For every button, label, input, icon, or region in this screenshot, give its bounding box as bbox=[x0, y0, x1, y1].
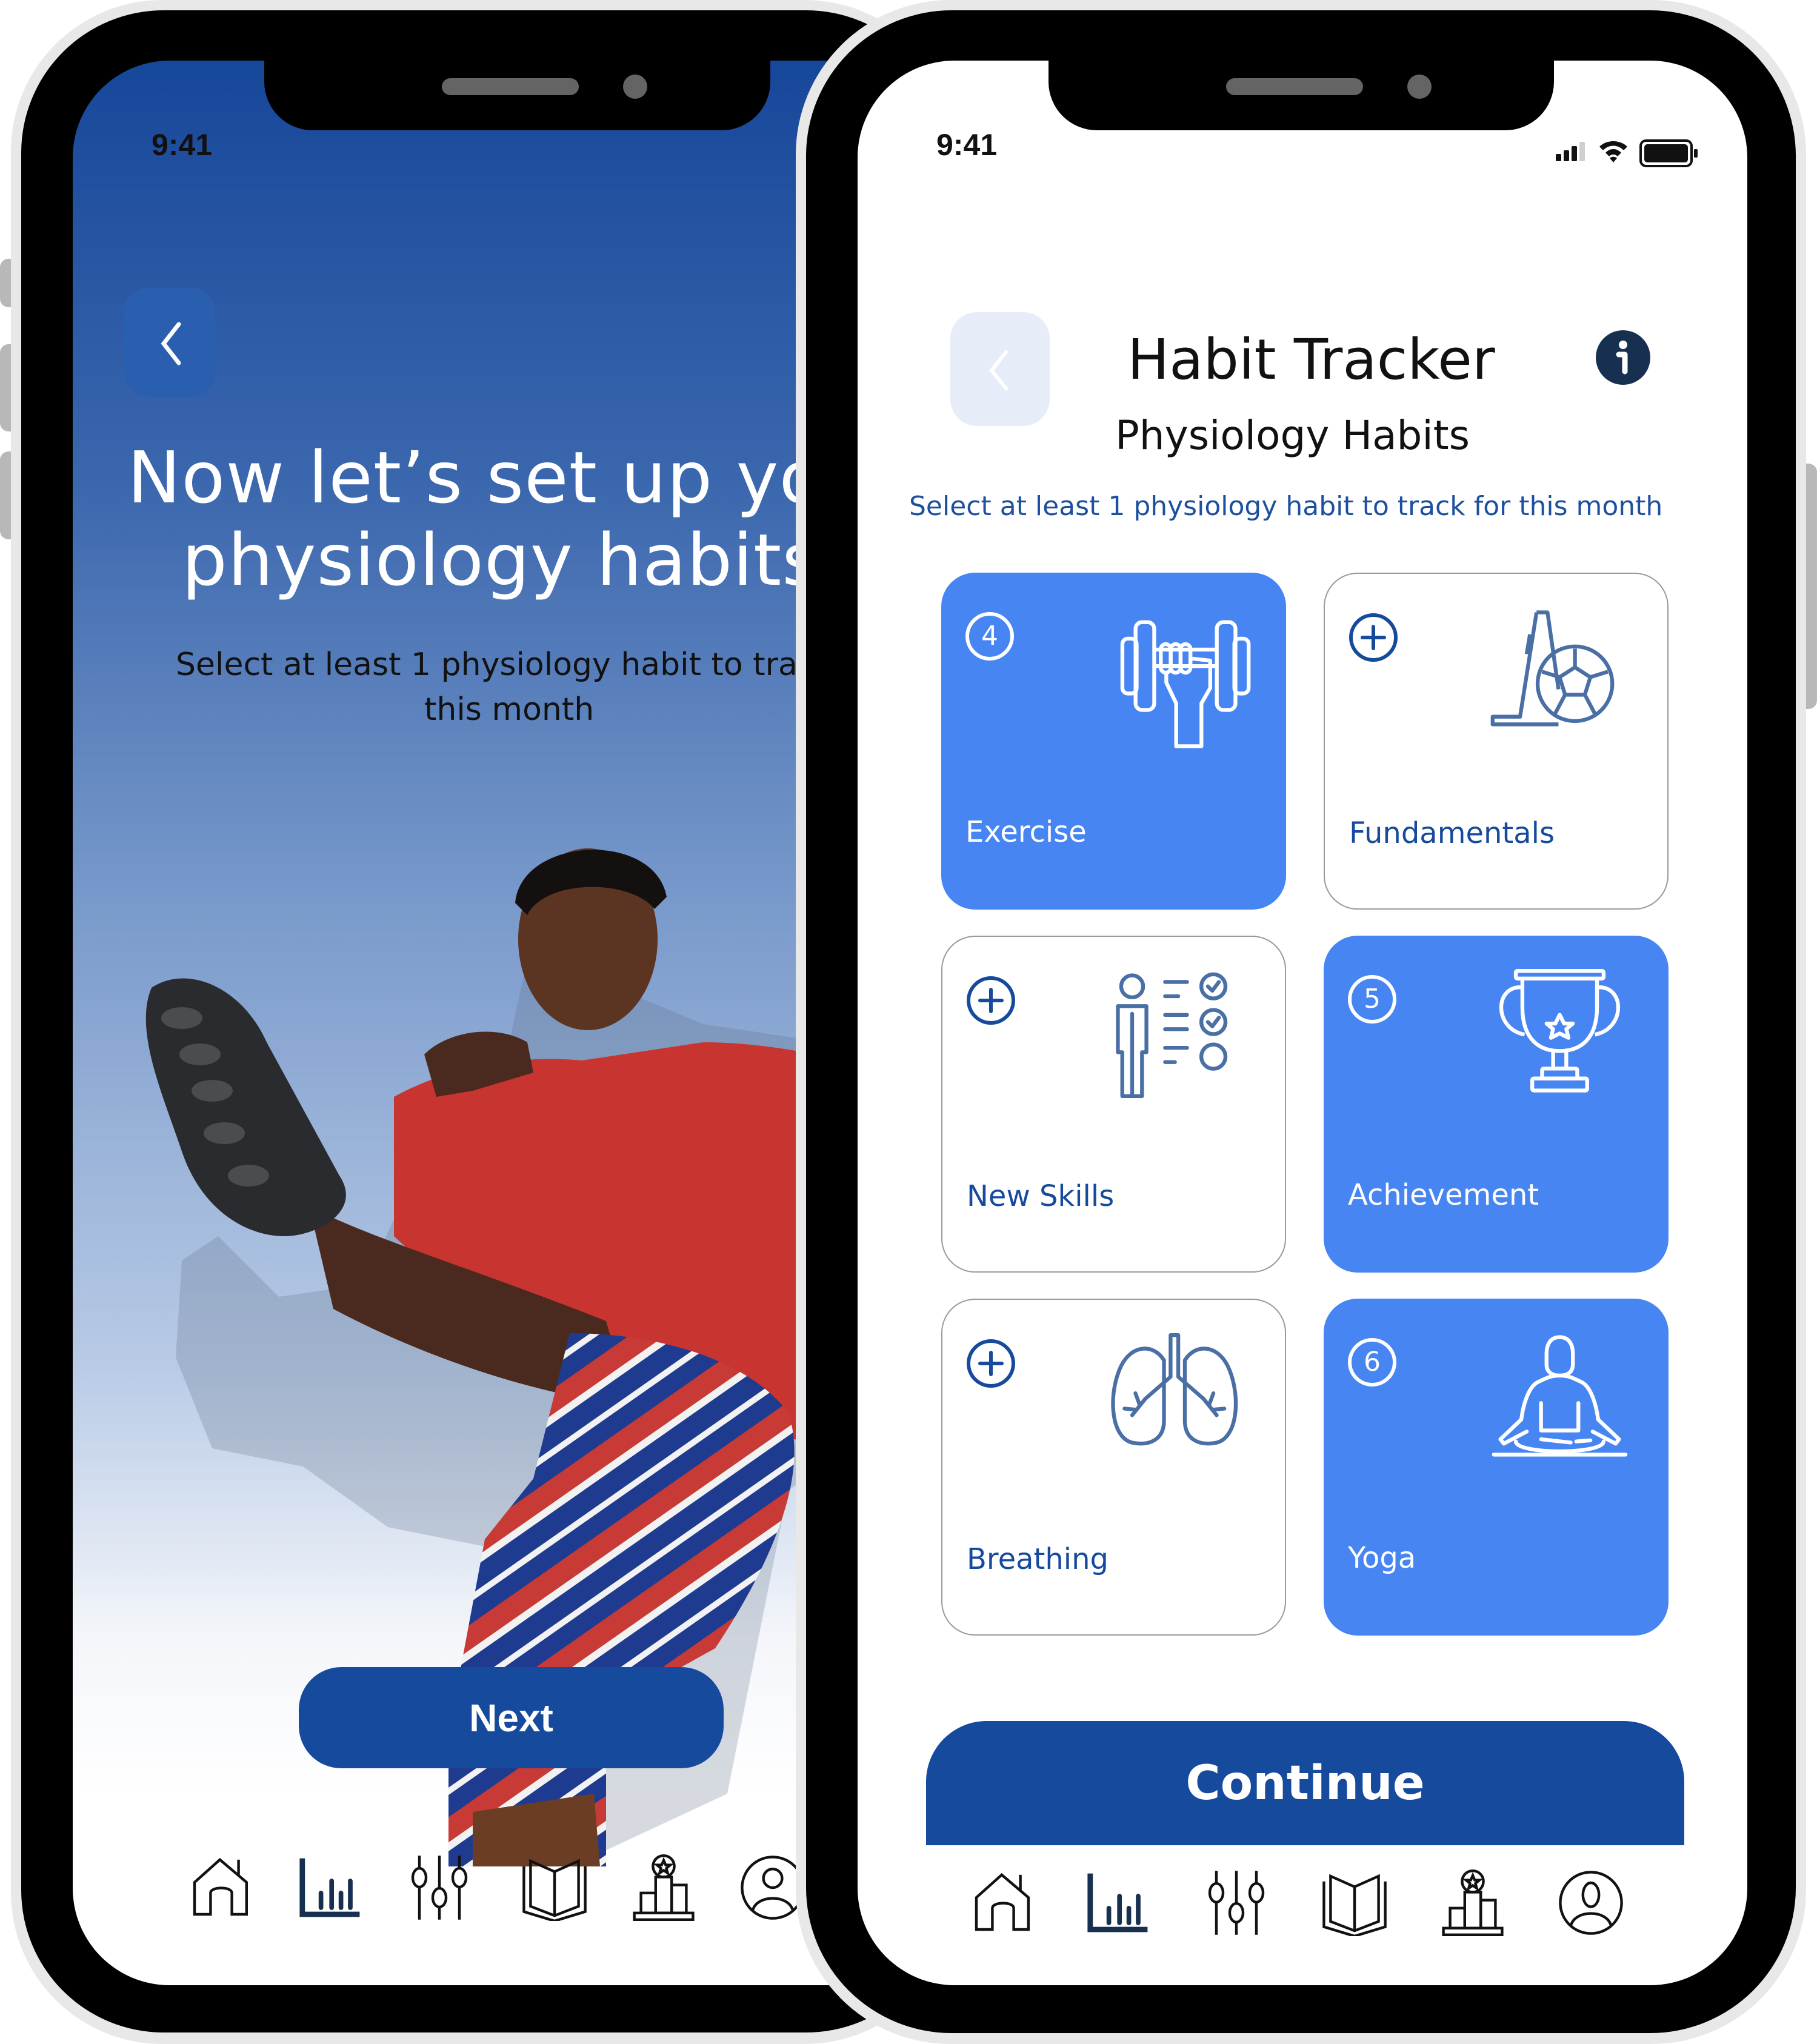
nav-achievements[interactable] bbox=[1439, 1869, 1506, 1936]
page-title-line1: Now let’s set up your bbox=[127, 436, 900, 519]
stats-icon bbox=[1087, 1873, 1148, 1932]
home-icon bbox=[193, 1857, 248, 1916]
back-button[interactable] bbox=[124, 288, 215, 397]
sliders-icon bbox=[1208, 1871, 1265, 1935]
badge-number: 4 bbox=[981, 621, 998, 651]
profile-icon bbox=[1559, 1871, 1623, 1935]
badge-number: 6 bbox=[1364, 1347, 1381, 1377]
nav-library[interactable] bbox=[521, 1854, 588, 1923]
sliders-icon bbox=[411, 1856, 468, 1920]
next-button[interactable]: Next bbox=[299, 1667, 724, 1768]
habit-card-yoga[interactable]: 6 Yoga bbox=[1324, 1299, 1669, 1636]
checklist-person-icon bbox=[1116, 972, 1228, 1098]
selection-count-badge: 6 bbox=[1348, 1338, 1396, 1387]
podium-icon bbox=[1442, 1869, 1504, 1936]
signal-icon bbox=[1556, 142, 1585, 161]
trophy-icon bbox=[1499, 968, 1621, 1093]
left-phone-notch bbox=[264, 61, 770, 130]
right-phone-notch bbox=[1049, 61, 1554, 130]
habit-card-achievement[interactable]: 5 Achievement bbox=[1324, 936, 1669, 1273]
page-subtitle-line1: Select at least 1 physiology habit to tr… bbox=[176, 647, 887, 683]
habit-card-new-skills[interactable]: New Skills bbox=[941, 936, 1286, 1273]
selection-count-badge: 5 bbox=[1348, 975, 1396, 1024]
badge-number: 5 bbox=[1364, 984, 1381, 1014]
habit-label: Yoga bbox=[1348, 1541, 1416, 1575]
cone-ball-icon bbox=[1490, 610, 1615, 727]
chevron-left-icon bbox=[161, 322, 181, 365]
nav-home[interactable] bbox=[188, 1854, 255, 1921]
page-title-line2: physiology habits bbox=[182, 518, 820, 602]
plus-circle-icon bbox=[967, 1339, 1015, 1388]
plus-circle-icon bbox=[967, 976, 1015, 1025]
right-phone-screen: 9:41 Habit Tracker Physiology Habits Sel… bbox=[858, 61, 1747, 1985]
selection-count-badge: 4 bbox=[965, 612, 1014, 661]
plus-circle-icon bbox=[1349, 613, 1398, 662]
nav-settings[interactable] bbox=[1203, 1869, 1270, 1936]
info-icon[interactable] bbox=[1596, 330, 1650, 385]
nav-profile[interactable] bbox=[1558, 1869, 1624, 1936]
habit-card-fundamentals[interactable]: Fundamentals bbox=[1324, 573, 1669, 910]
nav-library[interactable] bbox=[1321, 1869, 1388, 1938]
yoga-icon bbox=[1492, 1335, 1628, 1457]
page-subtitle: Physiology Habits bbox=[1115, 412, 1470, 459]
selection-hint: Select at least 1 physiology habit to tr… bbox=[909, 491, 1663, 522]
back-button[interactable] bbox=[950, 312, 1050, 426]
home-icon bbox=[975, 1873, 1030, 1931]
habit-label: Achievement bbox=[1348, 1178, 1539, 1212]
book-icon bbox=[1322, 1874, 1387, 1938]
book-icon bbox=[522, 1859, 587, 1923]
status-time: 9:41 bbox=[152, 128, 213, 162]
habit-label: Fundamentals bbox=[1349, 816, 1555, 850]
nav-settings[interactable] bbox=[406, 1854, 473, 1921]
status-time: 9:41 bbox=[936, 128, 998, 162]
habit-label: New Skills bbox=[967, 1179, 1115, 1213]
page-title: Habit Tracker bbox=[1127, 327, 1495, 392]
battery-icon bbox=[1639, 139, 1698, 167]
wifi-icon bbox=[1599, 141, 1627, 162]
nav-home[interactable] bbox=[970, 1869, 1036, 1936]
habit-card-breathing[interactable]: Breathing bbox=[941, 1299, 1286, 1636]
nav-achievements[interactable] bbox=[630, 1854, 697, 1921]
nav-stats[interactable] bbox=[297, 1854, 364, 1921]
podium-icon bbox=[633, 1854, 695, 1921]
habit-card-exercise[interactable]: 4 Exercise bbox=[941, 573, 1286, 910]
chevron-left-icon bbox=[989, 350, 1008, 390]
lungs-icon bbox=[1111, 1333, 1238, 1446]
stats-icon bbox=[299, 1858, 360, 1917]
page-subtitle-line2: this month bbox=[424, 691, 595, 728]
habit-label: Exercise bbox=[965, 815, 1087, 849]
continue-button[interactable]: Continue bbox=[926, 1721, 1684, 1845]
nav-stats[interactable] bbox=[1085, 1869, 1152, 1936]
habit-label: Breathing bbox=[967, 1542, 1109, 1576]
dumbbell-icon bbox=[1120, 620, 1251, 748]
